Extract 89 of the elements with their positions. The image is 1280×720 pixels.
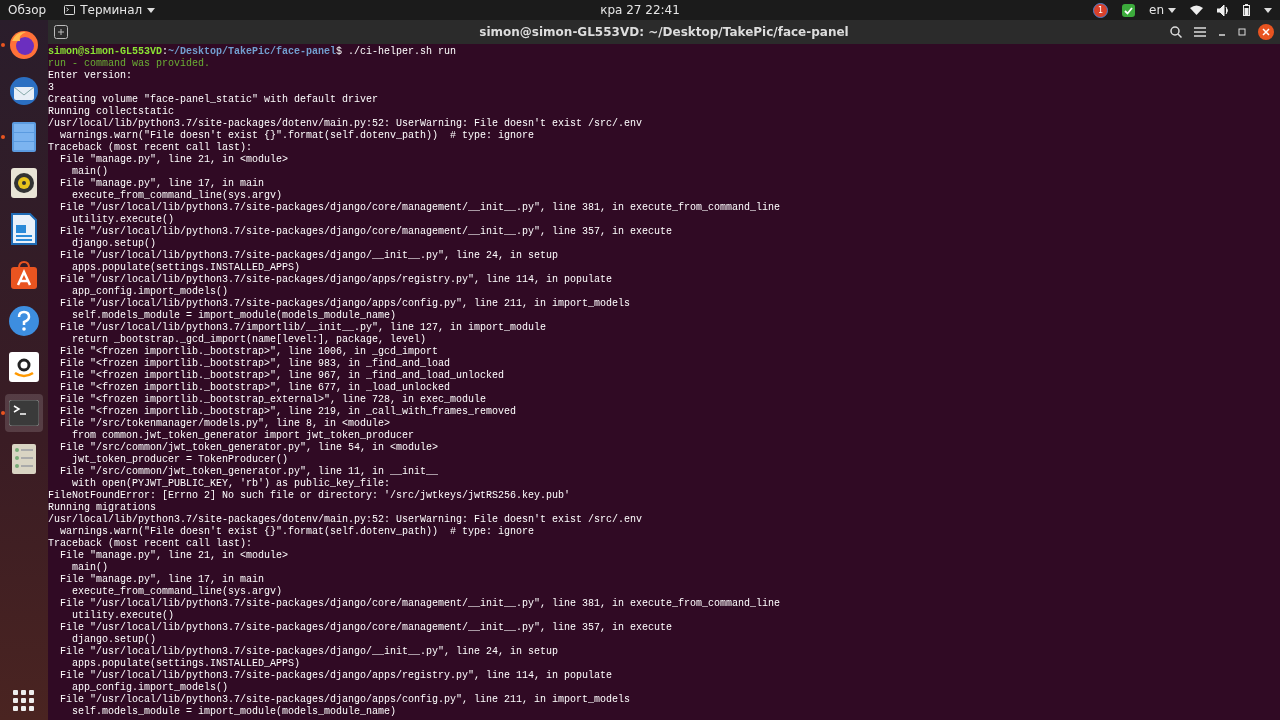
terminal-line: app_config.import_models() — [71, 286, 230, 298]
document-icon — [10, 213, 38, 245]
window-title: simon@simon-GL553VD: ~/Desktop/TakePic/face-panel — [479, 25, 849, 39]
terminal-line: File "/usr/local/lib/python3.7/site-packages/django/core/management/__init__.py", line 381, in execute_from_command_line — [59, 202, 782, 214]
terminal-line: File "/usr/local/lib/python3.7/site-packages/django/apps/registry.py", line 114, in populate — [59, 670, 614, 682]
terminal-line: execute_from_command_line(sys.argv) — [71, 586, 284, 598]
help-icon — [8, 305, 40, 337]
close-icon[interactable] — [1258, 24, 1274, 40]
terminal-line: File "/src/tokenmanager/models.py", line 8, in <module> — [59, 418, 392, 430]
terminal-line: File "/usr/local/lib/python3.7/site-packages/django/apps/config.py", line 211, in import_models — [59, 298, 632, 310]
mail-icon — [8, 75, 40, 107]
app-menu[interactable]: Терминал — [64, 3, 156, 17]
server-icon — [11, 443, 37, 475]
clock[interactable]: кра 27 22:41 — [600, 3, 680, 17]
battery-icon[interactable] — [1243, 4, 1250, 16]
terminal-line: jwt_token_producer = TokenProducer() — [71, 454, 290, 466]
menu-icon[interactable] — [1194, 27, 1206, 37]
terminal-line: /usr/local/lib/python3.7/site-packages/dotenv/main.py:52: UserWarning: File doesn't exist /src/.env — [48, 118, 644, 130]
terminal-line: warnings.warn("File doesn't exist {}".format(self.dotenv_path)) # type: ignore — [59, 526, 536, 538]
terminal-line: Creating volume "face-panel_static" with default driver — [48, 94, 380, 106]
shop-icon — [9, 352, 39, 382]
speaker-icon — [10, 167, 38, 199]
terminal-icon — [9, 400, 39, 426]
terminal-line: Traceback (most recent call last): — [48, 538, 254, 550]
terminal-line: File "manage.py", line 21, in <module> — [59, 550, 290, 562]
maximize-icon[interactable] — [1238, 28, 1246, 36]
shopping-bag-icon — [8, 259, 40, 291]
terminal-line: with open(PYJWT_PUBLIC_KEY, 'rb') as public_key_file: — [71, 478, 392, 490]
browser-icon — [8, 29, 40, 61]
terminal-line: File "/usr/local/lib/python3.7/site-packages/django/apps/config.py", line 211, in import_models — [59, 694, 632, 706]
terminal-line: utility.execute() — [71, 610, 176, 622]
command-text: $ ./ci-helper.sh run — [336, 46, 457, 57]
terminal-line: django.setup() — [71, 634, 158, 646]
terminal-line: main() — [71, 562, 109, 574]
terminal-icon — [64, 5, 76, 15]
activities-button[interactable]: Обзор — [8, 3, 47, 17]
terminal-line: warnings.warn("File doesn't exist {}".format(self.dotenv_path)) # type: ignore — [59, 130, 536, 142]
terminal-line: from common.jwt_token_generator import jwt_token_producer — [71, 430, 416, 442]
terminal-line: File "/usr/local/lib/python3.7/site-packages/django/core/management/__init__.py", line 357, in execute — [59, 622, 674, 634]
wifi-icon[interactable] — [1190, 5, 1203, 15]
terminal-line: return _bootstrap._gcd_import(name[level:], package, level) — [71, 334, 428, 346]
terminal-line: File "/usr/local/lib/python3.7/site-packages/django/__init__.py", line 24, in setup — [59, 646, 560, 658]
terminal-line: File "<frozen importlib._bootstrap_external>", line 728, in exec_module — [59, 394, 488, 406]
prompt-separator: : — [162, 46, 169, 57]
terminal-line: apps.populate(settings.INSTALLED_APPS) — [71, 262, 302, 274]
terminal-line: File "<frozen importlib._bootstrap>", line 219, in _call_with_frames_removed — [59, 406, 518, 418]
terminal-line: Running migrations — [48, 502, 158, 514]
terminal-line: django.setup() — [71, 238, 158, 250]
terminal-line: File "<frozen importlib._bootstrap>", line 967, in _find_and_load_unlocked — [59, 370, 506, 382]
terminal-line: /usr/local/lib/python3.7/site-packages/dotenv/main.py:52: UserWarning: File doesn't exist /src/.env — [48, 514, 644, 526]
terminal-line: File "/usr/local/lib/python3.7/site-packages/django/core/management/__init__.py", line 381, in execute_from_command_line — [59, 598, 782, 610]
app-grid-icon[interactable] — [13, 690, 35, 712]
terminal-line: File "manage.py", line 17, in main — [59, 178, 266, 190]
terminal-line: File "/src/common/jwt_token_generator.py", line 54, in <module> — [59, 442, 440, 454]
prompt-user: simon@simon-GL553VD — [48, 46, 163, 57]
terminal-line: File "/usr/local/lib/python3.7/site-packages/django/__init__.py", line 24, in setup — [59, 250, 560, 262]
terminal-line: Enter version: — [48, 70, 133, 82]
terminal-line: File "<frozen importlib._bootstrap>", line 1006, in _gcd_import — [59, 346, 440, 358]
terminal-line: File "/usr/local/lib/python3.7/importlib/__init__.py", line 127, in import_module — [59, 322, 548, 334]
terminal-line: File "<frozen importlib._bootstrap>", line 677, in _load_unlocked — [59, 382, 452, 394]
terminal-line: File "manage.py", line 17, in main — [59, 574, 266, 586]
terminal-line: main() — [71, 166, 109, 178]
terminal-line: File "/usr/local/lib/python3.7/site-packages/django/core/management/__init__.py", line 357, in execute — [59, 226, 674, 238]
terminal-line: FileNotFoundError: [Errno 2] No such file or directory: '/src/jwtkeys/jwtRS256.key.pub' — [48, 490, 572, 502]
prompt-path: ~/Desktop/TakePic/face-panel — [168, 46, 337, 57]
terminal-line: self.models_module = import_module(models_module_name) — [71, 706, 398, 718]
terminal-line: File "/usr/local/lib/python3.7/site-packages/django/apps/registry.py", line 114, in populate — [59, 274, 614, 286]
caret-icon — [1168, 7, 1176, 13]
terminal-line: Traceback (most recent call last): — [48, 142, 254, 154]
volume-icon[interactable] — [1217, 4, 1229, 16]
terminal-line: self.models_module = import_module(models_module_name) — [71, 310, 398, 322]
caret-icon[interactable] — [1264, 7, 1272, 13]
terminal-line: Running collectstatic — [48, 106, 176, 118]
terminal-line: app_config.import_models() — [71, 682, 230, 694]
keyboard-layout-menu[interactable]: en — [1149, 3, 1176, 17]
terminal-line: run - command was provided. — [48, 58, 212, 70]
terminal-line: execute_from_command_line(sys.argv) — [71, 190, 284, 202]
search-icon[interactable] — [1170, 26, 1182, 38]
checkmark-icon[interactable] — [1122, 3, 1135, 17]
terminal-line: File "manage.py", line 21, in <module> — [59, 154, 290, 166]
terminal-line: File "<frozen importlib._bootstrap>", line 983, in _find_and_load — [59, 358, 452, 370]
new-tab-icon[interactable] — [54, 25, 68, 39]
terminal-line: apps.populate(settings.INSTALLED_APPS) — [71, 658, 302, 670]
notification-badge[interactable]: 1 — [1093, 2, 1108, 18]
caret-icon — [147, 7, 156, 13]
file-cabinet-icon — [10, 121, 38, 153]
terminal-line: 3 — [48, 82, 55, 94]
terminal-line: File "/src/common/jwt_token_generator.py", line 11, in __init__ — [59, 466, 440, 478]
terminal-line: utility.execute() — [71, 214, 176, 226]
